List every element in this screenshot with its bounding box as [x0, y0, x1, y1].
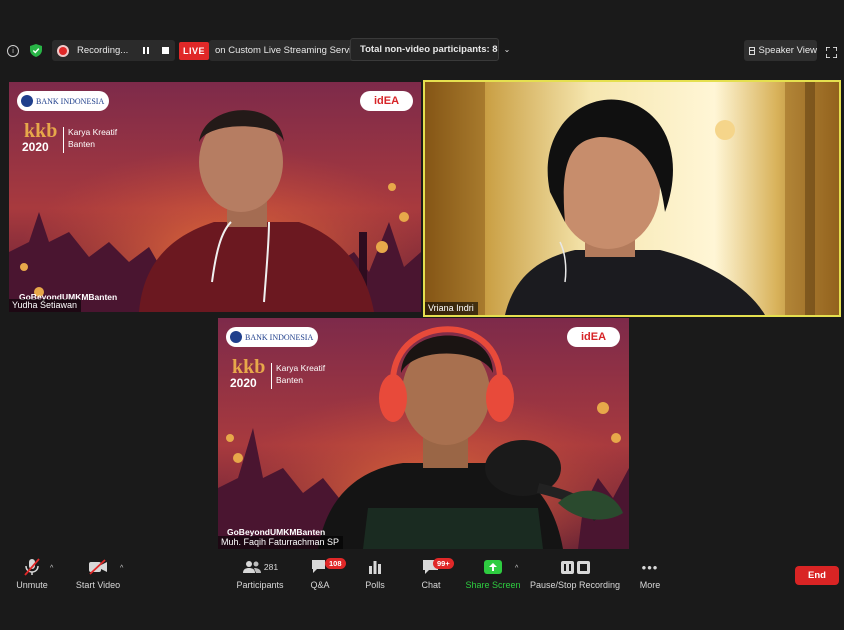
kkb-subtitle-region: Banten: [68, 139, 95, 149]
more-label: More: [639, 580, 661, 590]
video-tile-faqih[interactable]: BANK INDONESIA idEA kkb 2020 Karya Kreat…: [218, 318, 629, 549]
polls-label: Polls: [365, 580, 385, 590]
bank-indonesia-logo: BANK INDONESIA: [226, 327, 318, 347]
participants-count: 281: [263, 562, 279, 572]
idea-logo-text: idEA: [580, 331, 607, 343]
pause-stop-recording-label: Pause/Stop Recording: [529, 580, 621, 590]
kkb-logo-year: 2020: [22, 140, 49, 154]
participant-name: Vriana Indri: [425, 302, 478, 315]
chat-label: Chat: [421, 580, 441, 590]
more-icon: •••: [641, 559, 659, 575]
unmute-label: Unmute: [16, 580, 48, 590]
kkb-subtitle: Karya Kreatif: [276, 363, 326, 373]
polls-icon: [368, 556, 382, 578]
non-video-participants-dropdown[interactable]: Total non-video participants: 8 ⌄: [350, 38, 510, 61]
chat-badge: 99+: [433, 558, 454, 569]
polls-button[interactable]: Polls: [362, 556, 388, 596]
stop-recording-icon[interactable]: [162, 47, 169, 54]
start-video-label: Start Video: [75, 580, 121, 590]
pause-stop-recording-icon: [560, 556, 590, 578]
meeting-controls: Unmute ^ Start Video ^ 281 Participants …: [0, 556, 844, 596]
bank-emblem-icon: [230, 331, 242, 343]
chevron-down-icon: ⌄: [503, 45, 511, 54]
kkb-divider: [63, 127, 64, 153]
idea-logo-text: idEA: [373, 95, 400, 107]
participants-icon: 281: [242, 556, 278, 578]
recording-indicator: Recording...: [52, 40, 175, 61]
end-meeting-button[interactable]: End: [795, 566, 839, 585]
unmute-button[interactable]: Unmute: [10, 556, 54, 596]
fullscreen-icon[interactable]: [825, 45, 838, 59]
idea-logo: idEA: [567, 327, 620, 347]
kkb-subtitle: Karya Kreatif: [68, 127, 118, 137]
event-background: [218, 318, 629, 549]
start-video-button[interactable]: Start Video: [72, 556, 124, 596]
qa-label: Q&A: [310, 580, 330, 590]
pause-recording-icon[interactable]: [143, 47, 149, 54]
more-button[interactable]: ••• More: [637, 556, 663, 596]
recording-label: Recording...: [77, 45, 129, 56]
bank-indonesia-logo: BANK INDONESIA: [17, 91, 109, 111]
share-screen-label: Share Screen: [465, 580, 521, 590]
streaming-service-menu[interactable]: on Custom Live Streaming Service ⌄: [209, 40, 373, 61]
participant-name: Muh. Faqih Faturrachman SP: [218, 536, 344, 549]
audio-options-caret[interactable]: ^: [50, 565, 53, 572]
info-icon[interactable]: i: [7, 45, 19, 57]
room-background: [425, 82, 839, 315]
bank-emblem-icon: [21, 95, 33, 107]
idea-logo: idEA: [360, 91, 413, 111]
muted-microphone-icon: [24, 556, 40, 578]
video-off-icon: [88, 556, 108, 578]
participants-label: Total non-video participants: 8: [360, 44, 498, 55]
share-screen-icon: [484, 556, 502, 578]
streaming-label: on Custom Live Streaming Service: [215, 45, 362, 56]
qa-badge: 108: [325, 558, 346, 569]
share-options-caret[interactable]: ^: [515, 565, 518, 572]
bank-logo-text: BANK INDONESIA: [36, 96, 105, 106]
video-tile-vriana[interactable]: Vriana Indri: [423, 80, 841, 317]
kkb-divider: [271, 363, 272, 389]
participants-button[interactable]: 281 Participants: [236, 556, 284, 596]
video-options-caret[interactable]: ^: [120, 565, 123, 572]
event-background: [9, 82, 421, 312]
grid-view-icon: [749, 46, 755, 55]
record-icon: [59, 46, 67, 55]
bank-logo-text: BANK INDONESIA: [245, 332, 314, 342]
participant-name: Yudha Setiawan: [9, 299, 82, 312]
pause-stop-recording-button[interactable]: Pause/Stop Recording: [530, 556, 620, 596]
kkb-logo: kkb 2020 Karya Kreatif Banten: [230, 356, 330, 394]
kkb-subtitle-region: Banten: [276, 375, 303, 385]
view-switcher[interactable]: Speaker View: [744, 40, 817, 61]
view-label: Speaker View: [758, 45, 817, 56]
share-screen-button[interactable]: Share Screen: [465, 556, 521, 596]
kkb-logo: kkb 2020 Karya Kreatif Banten: [22, 120, 122, 158]
kkb-logo-year: 2020: [230, 376, 257, 390]
meeting-status-bar: i Recording... LIVE on Custom Live Strea…: [0, 38, 844, 62]
shield-icon[interactable]: [30, 44, 42, 57]
participants-label: Participants: [236, 580, 284, 590]
video-tile-yudha[interactable]: BANK INDONESIA idEA kkb 2020 Karya Kreat…: [9, 82, 421, 312]
live-badge: LIVE: [179, 42, 209, 60]
